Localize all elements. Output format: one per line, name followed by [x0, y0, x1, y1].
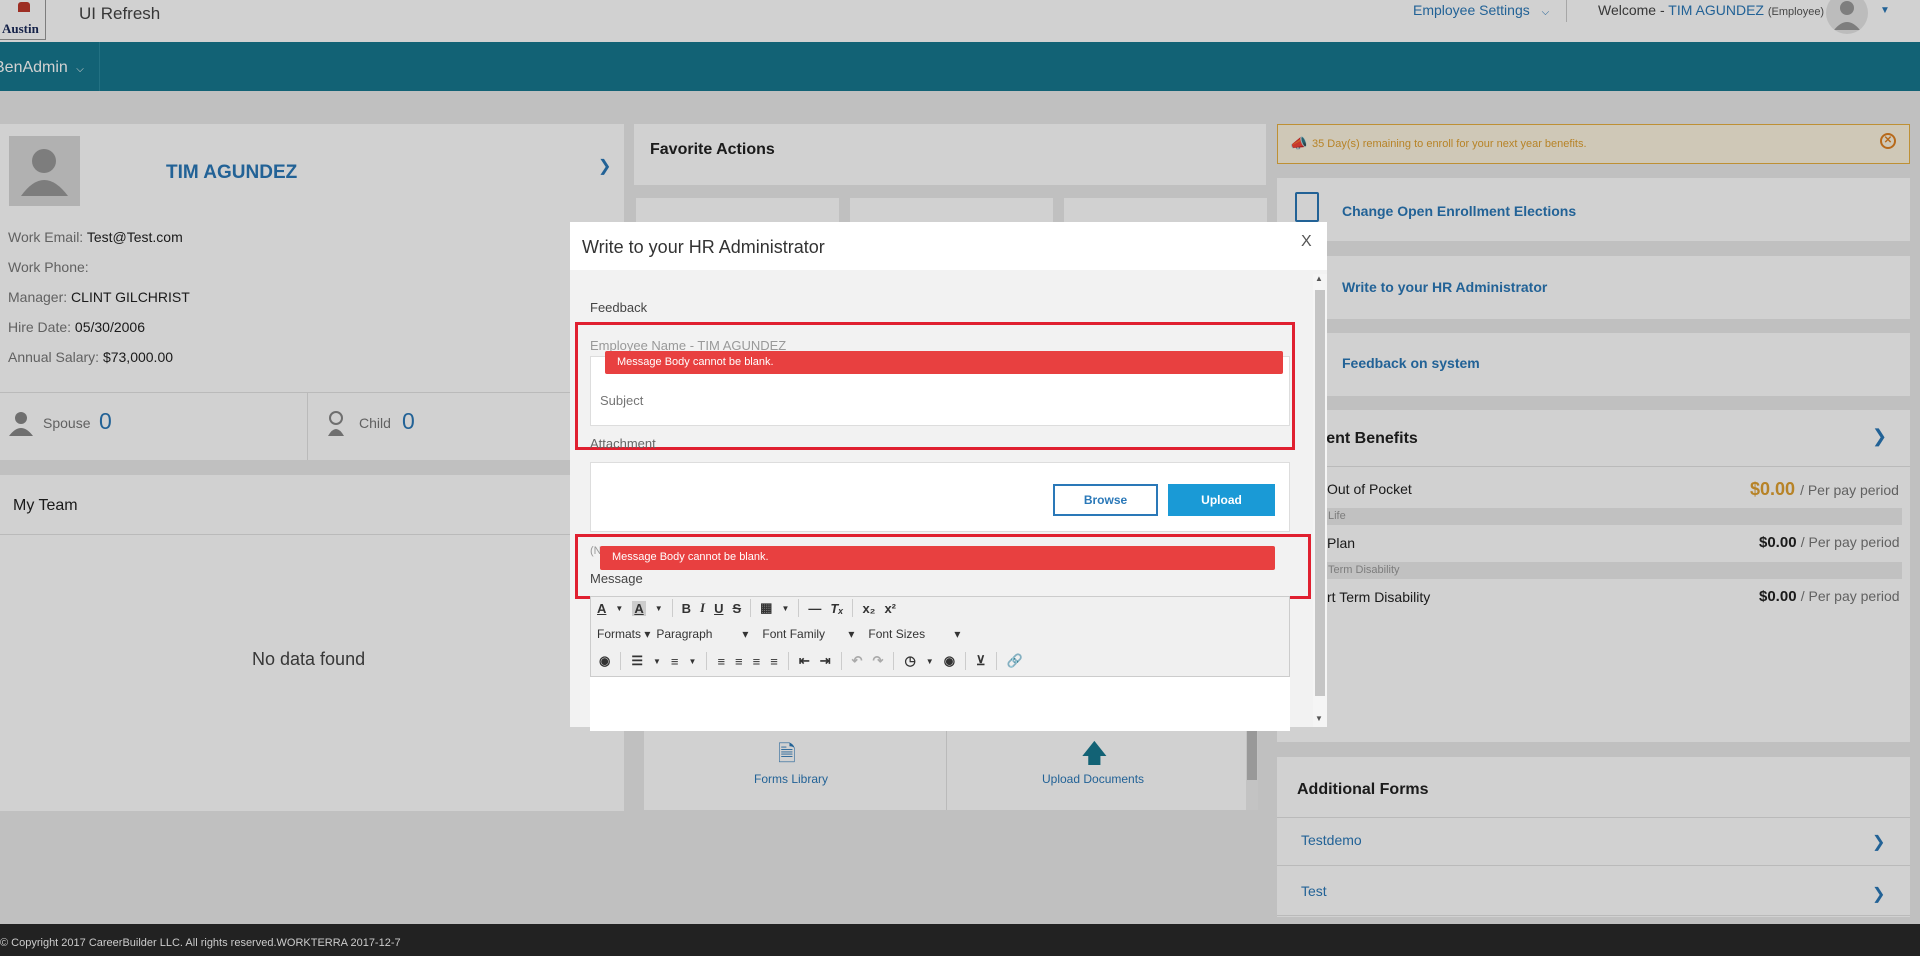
subject-error-message: Message Body cannot be blank. — [605, 351, 1283, 374]
message-error-message: Message Body cannot be blank. — [600, 546, 1275, 570]
toolbar-separator — [798, 599, 800, 617]
scroll-up-arrow-icon[interactable]: ▲ — [1315, 274, 1323, 283]
browse-button[interactable]: Browse — [1053, 484, 1158, 516]
background-color-icon[interactable]: A — [632, 600, 646, 616]
toolbar-separator — [965, 652, 967, 670]
font-sizes-dropdown[interactable]: Font Sizes ▾ — [868, 627, 960, 641]
modal-close-button[interactable]: X — [1301, 233, 1312, 251]
toolbar-separator — [787, 652, 789, 670]
toolbar-separator — [893, 652, 895, 670]
toolbar-separator — [852, 599, 854, 617]
upload-button[interactable]: Upload — [1168, 484, 1275, 516]
toolbar-separator — [706, 652, 708, 670]
undo-icon[interactable]: ↶ — [852, 653, 863, 669]
editor-toolbar-row-1: A ▼ A ▼ B I U S ▦ ▼ — Tₓ x₂ x² — [597, 599, 896, 617]
insert-datetime-icon[interactable]: ◷ — [904, 653, 915, 669]
font-family-label: Font Family — [762, 627, 826, 641]
copyright-text: © Copyright 2017 CareerBuilder LLC. All … — [0, 937, 401, 949]
link-icon[interactable]: 🔗 — [1007, 653, 1023, 669]
align-justify-icon[interactable]: ≡ — [770, 654, 778, 669]
superscript-icon[interactable]: x² — [884, 601, 896, 616]
table-icon[interactable]: ▦ — [760, 600, 772, 616]
toolbar-separator — [995, 652, 997, 670]
outdent-icon[interactable]: ⇤ — [799, 653, 810, 669]
font-sizes-label: Font Sizes — [868, 627, 926, 641]
redo-icon[interactable]: ↷ — [873, 653, 884, 669]
align-right-icon[interactable]: ≡ — [753, 654, 761, 669]
attachment-label: Attachment — [590, 436, 656, 451]
bullet-list-icon[interactable]: ☰ — [631, 653, 643, 669]
modal-title: Write to your HR Administrator — [582, 237, 825, 257]
align-center-icon[interactable]: ≡ — [735, 654, 743, 669]
modal-scrollbar-thumb[interactable] — [1315, 290, 1325, 696]
subscript-icon[interactable]: x₂ — [862, 601, 875, 616]
formats-label: Formats — [597, 627, 642, 641]
indent-icon[interactable]: ⇥ — [820, 653, 831, 669]
caret-down-icon[interactable]: ▼ — [655, 604, 663, 613]
feedback-label: Feedback — [590, 300, 648, 315]
preview-eye-icon[interactable]: ◉ — [944, 653, 955, 669]
bold-icon[interactable]: B — [682, 601, 691, 616]
underline-icon[interactable]: U — [714, 601, 723, 616]
subject-error-highlight — [575, 322, 1295, 450]
caret-down-icon[interactable]: ▼ — [653, 657, 661, 666]
editor-toolbar-row-2: Formats ▾ Paragraph ▾ Font Family ▾ Font… — [597, 627, 960, 641]
numbered-list-icon[interactable]: ≡ — [671, 654, 679, 669]
caret-down-icon[interactable]: ▼ — [615, 604, 623, 613]
italic-icon[interactable]: I — [700, 600, 705, 616]
toolbar-separator — [671, 599, 673, 617]
find-replace-icon[interactable]: ◉ — [599, 653, 610, 669]
caret-down-icon[interactable]: ▼ — [689, 657, 697, 666]
text-color-icon[interactable]: A — [597, 601, 606, 616]
message-body-input[interactable] — [590, 676, 1290, 731]
align-left-icon[interactable]: ≡ — [717, 654, 725, 669]
scroll-down-arrow-icon[interactable]: ▼ — [1315, 714, 1323, 723]
paragraph-dropdown[interactable]: Paragraph ▾ — [656, 627, 748, 641]
strikethrough-icon[interactable]: S — [732, 601, 741, 616]
font-family-dropdown[interactable]: Font Family ▾ — [762, 627, 854, 641]
toolbar-separator — [840, 652, 842, 670]
clear-formatting-icon[interactable]: Tₓ — [830, 601, 843, 616]
paragraph-label: Paragraph — [656, 627, 713, 641]
toolbar-separator — [750, 599, 752, 617]
horizontal-rule-icon[interactable]: — — [808, 601, 821, 616]
caret-down-icon[interactable]: ▼ — [926, 657, 934, 666]
editor-toolbar-row-3: ◉ ☰ ▼ ≡ ▼ ≡ ≡ ≡ ≡ ⇤ ⇥ ↶ ↷ ◷ ▼ ◉ ⊻ 🔗 — [599, 652, 1023, 670]
caret-down-icon[interactable]: ▼ — [781, 604, 789, 613]
page-break-icon[interactable]: ⊻ — [976, 653, 986, 669]
toolbar-separator — [620, 652, 622, 670]
formats-dropdown[interactable]: Formats ▾ — [597, 627, 650, 641]
